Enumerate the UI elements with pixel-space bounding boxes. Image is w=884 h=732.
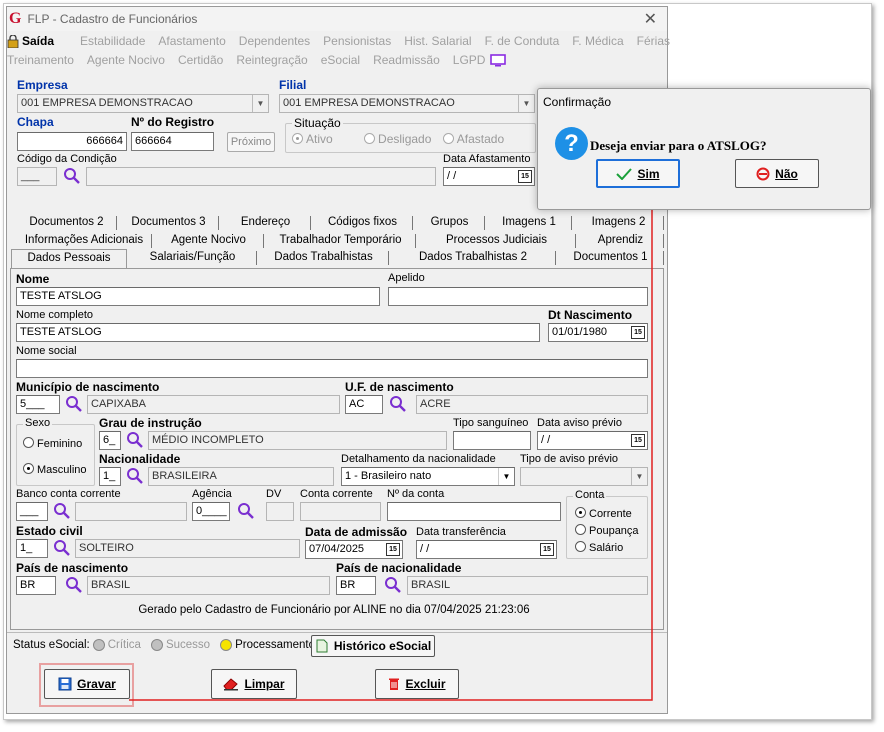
connector-line xyxy=(129,186,653,701)
dialog-message: Deseja enviar para o ATSLOG? xyxy=(590,138,767,153)
dialog-title: Confirmação xyxy=(543,95,612,109)
confirmation-dialog: Confirmação ? Deseja enviar para o ATSLO… xyxy=(537,88,871,210)
check-icon xyxy=(616,167,633,180)
block-icon xyxy=(756,167,770,180)
sim-button[interactable]: Sim xyxy=(596,159,680,188)
sim-label: Sim xyxy=(637,166,660,181)
question-icon: ? xyxy=(555,127,588,160)
nao-label: Não xyxy=(775,166,798,181)
nao-button[interactable]: Não xyxy=(735,159,819,188)
